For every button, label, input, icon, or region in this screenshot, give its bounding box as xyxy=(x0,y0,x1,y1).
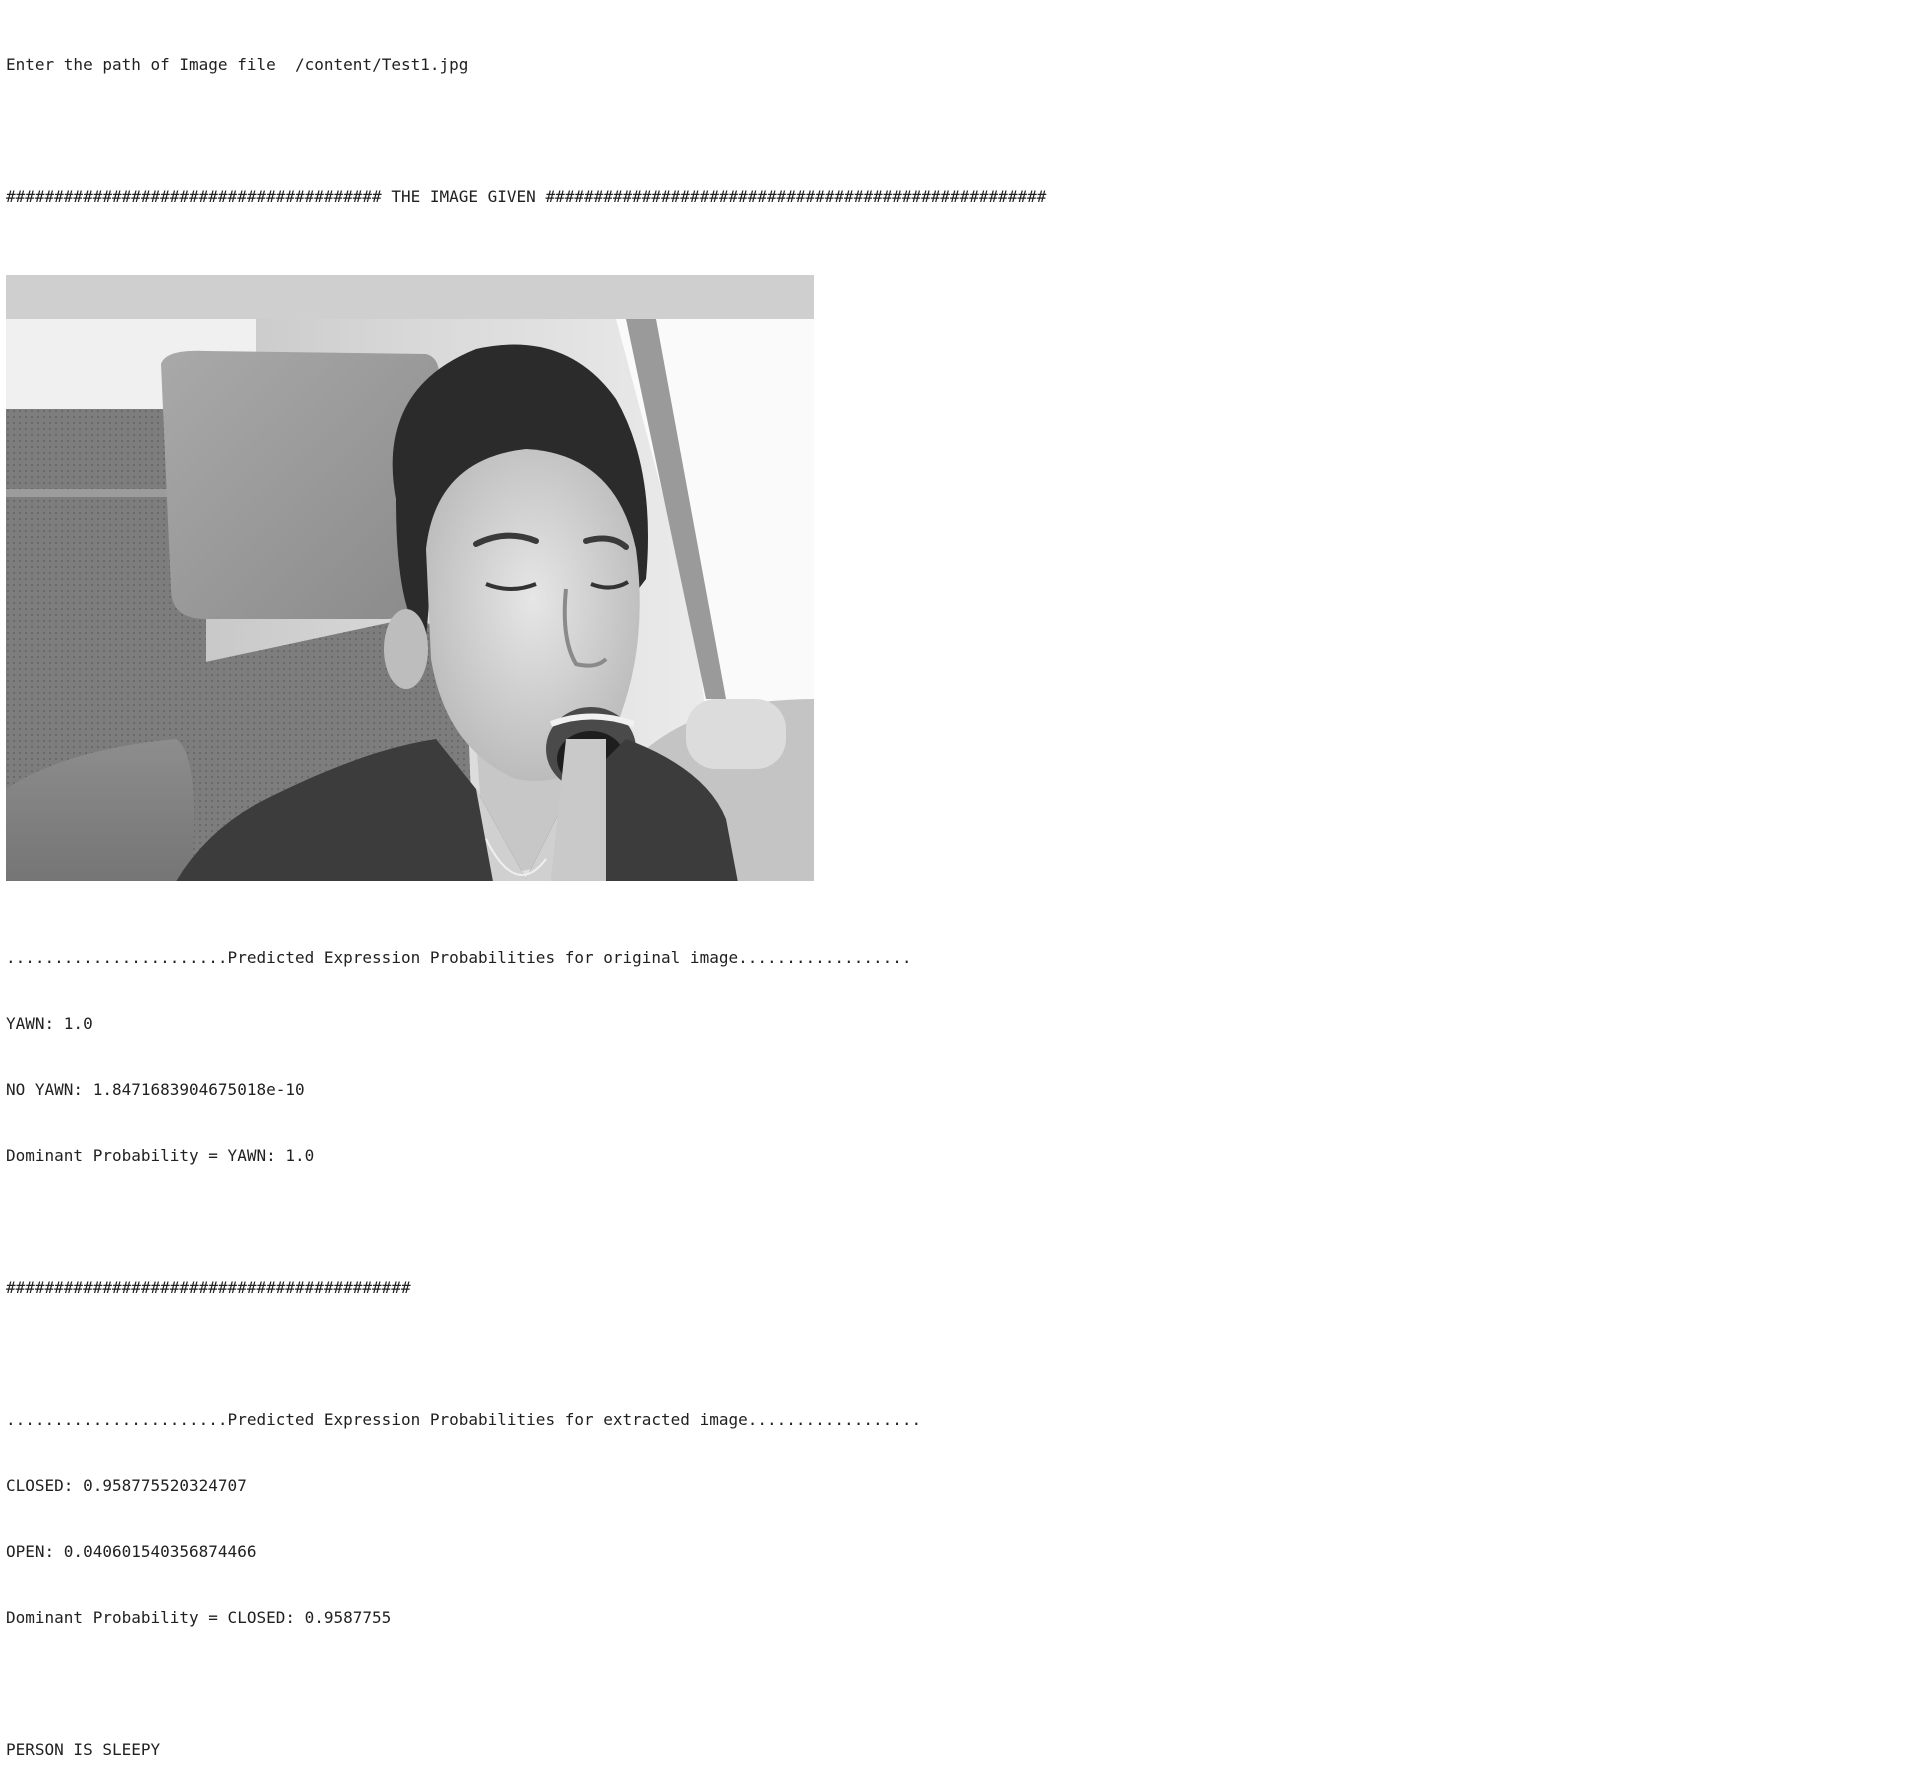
notebook-output: Enter the path of Image file /content/Te… xyxy=(6,10,1046,1783)
input-prompt-line: Enter the path of Image file /content/Te… xyxy=(6,54,1046,76)
extracted-heading: .......................Predicted Express… xyxy=(6,1410,922,1429)
grayscale-photo-icon xyxy=(6,319,814,881)
original-line-dominant: Dominant Probability = YAWN: 1.0 xyxy=(6,1146,315,1165)
extracted-line-dominant: Dominant Probability = CLOSED: 0.9587755 xyxy=(6,1608,392,1627)
original-heading: .......................Predicted Express… xyxy=(6,948,912,967)
given-image xyxy=(6,275,814,881)
separator-line: ########################################… xyxy=(6,1278,411,1297)
original-line-no-yawn: NO YAWN: 1.8471683904675018e-10 xyxy=(6,1080,305,1099)
original-line-yawn: YAWN: 1.0 xyxy=(6,1014,93,1033)
input-prompt-value: /content/Test1.jpg xyxy=(295,55,469,74)
input-prompt-label: Enter the path of Image file xyxy=(6,55,286,74)
extracted-line-closed: CLOSED: 0.958775520324707 xyxy=(6,1476,247,1495)
extracted-line-open: OPEN: 0.040601540356874466 xyxy=(6,1542,257,1561)
verdict-line: PERSON IS SLEEPY xyxy=(6,1740,161,1759)
image-header: ####################################### … xyxy=(6,187,1047,206)
